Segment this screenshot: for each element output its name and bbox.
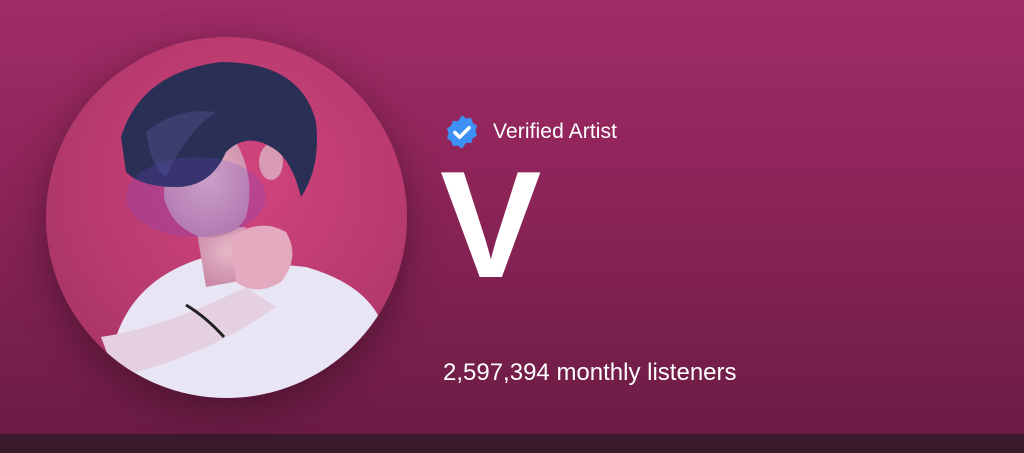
monthly-listeners: 2,597,394 monthly listeners <box>443 359 737 386</box>
content-divider <box>0 434 1024 453</box>
artist-avatar <box>46 37 407 398</box>
artist-photo <box>101 62 391 398</box>
artist-header: Verified Artist V 2,597,394 monthly list… <box>0 0 1024 434</box>
artist-name: V <box>440 140 541 310</box>
